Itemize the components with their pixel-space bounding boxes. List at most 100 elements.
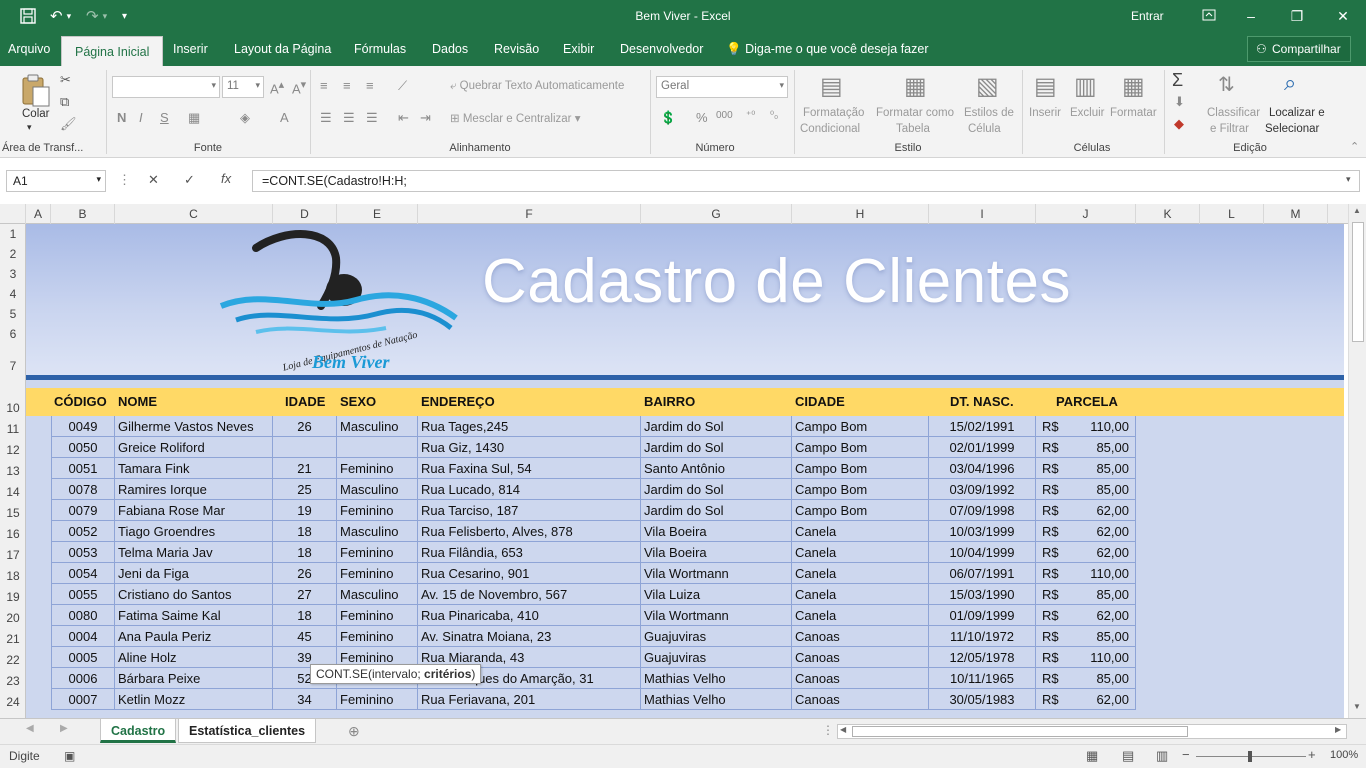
sort-filter-label-1[interactable]: Classificar — [1207, 107, 1260, 119]
find-select-label-1[interactable]: Localizar e — [1269, 107, 1325, 119]
delete-cells-label[interactable]: Excluir — [1070, 107, 1105, 119]
cell-address[interactable]: Rua Pinaricaba, 410 — [418, 605, 641, 626]
restore-button[interactable]: ❐ — [1282, 4, 1312, 28]
cell-city[interactable]: Canoas — [792, 626, 929, 647]
decrease-indent-icon[interactable]: ⇤ — [398, 110, 409, 126]
cell-age[interactable]: 26 — [273, 563, 337, 584]
cell-code[interactable]: 0080 — [51, 605, 115, 626]
share-button[interactable]: ⚇ Compartilhar — [1247, 36, 1351, 62]
cell-code[interactable]: 0050 — [51, 437, 115, 458]
cell-installment[interactable]: R$ 85,00 — [1036, 584, 1136, 605]
font-color-icon[interactable]: A — [280, 110, 289, 125]
cell-code[interactable]: 0055 — [51, 584, 115, 605]
merge-center-button[interactable]: ⊞ Mesclar e Centralizar ▾ — [450, 111, 580, 125]
cell-installment[interactable]: R$ 110,00 — [1036, 563, 1136, 584]
row-header[interactable]: 14 — [0, 485, 26, 499]
col-header[interactable]: C — [115, 204, 273, 224]
cell-birthdate[interactable]: 01/09/1999 — [929, 605, 1036, 626]
scroll-up-icon[interactable]: ▲ — [1353, 206, 1361, 215]
cell-city[interactable]: Campo Bom — [792, 500, 929, 521]
accounting-format-icon[interactable]: 💲 — [660, 110, 676, 126]
sheet-tab-estatistica[interactable]: Estatística_clientes — [178, 719, 317, 743]
cell-city[interactable]: Campo Bom — [792, 416, 929, 437]
cell-neighborhood[interactable]: Jardim do Sol — [641, 416, 792, 437]
cell-address[interactable]: Rua Filândia, 653 — [418, 542, 641, 563]
row-header[interactable]: 5 — [0, 307, 26, 321]
header-sex[interactable]: SEXO — [340, 388, 376, 416]
page-break-view-icon[interactable]: ▥ — [1156, 748, 1168, 764]
cell-installment[interactable]: R$ 110,00 — [1036, 647, 1136, 668]
cell-age[interactable]: 19 — [273, 500, 337, 521]
cell-age[interactable]: 18 — [273, 605, 337, 626]
row-header[interactable]: 21 — [0, 632, 26, 646]
sort-filter-label-2[interactable]: e Filtrar — [1210, 123, 1249, 135]
cell-installment[interactable]: R$ 85,00 — [1036, 458, 1136, 479]
cell-neighborhood[interactable]: Guajuviras — [641, 626, 792, 647]
cell-name[interactable]: Telma Maria Jav — [115, 542, 273, 563]
number-format-combo[interactable]: Geral ▾ — [656, 76, 788, 98]
ribbon-display-icon[interactable] — [1194, 4, 1224, 28]
row-header[interactable]: 6 — [0, 327, 26, 341]
tab-developer[interactable]: Desenvolvedor — [620, 32, 703, 66]
cell-birthdate[interactable]: 15/02/1991 — [929, 416, 1036, 437]
col-header[interactable]: A — [26, 204, 51, 224]
orientation-icon[interactable]: ⟋ — [398, 78, 407, 94]
cell-birthdate[interactable]: 11/10/1972 — [929, 626, 1036, 647]
header-name[interactable]: NOME — [118, 388, 157, 416]
header-code[interactable]: CÓDIGO — [54, 388, 107, 416]
worksheet[interactable]: Loja de Equipamentos de Natação Bem Vive… — [26, 224, 1344, 718]
tab-review[interactable]: Revisão — [494, 32, 539, 66]
thousands-icon[interactable]: 000 — [716, 110, 733, 121]
cell-birthdate[interactable]: 02/01/1999 — [929, 437, 1036, 458]
col-header[interactable]: D — [273, 204, 337, 224]
cell-code[interactable]: 0078 — [51, 479, 115, 500]
clear-icon[interactable]: ◆ — [1174, 116, 1184, 132]
cell-address[interactable]: Rua Lucado, 814 — [418, 479, 641, 500]
cell-address[interactable]: Rua Cesarino, 901 — [418, 563, 641, 584]
cell-code[interactable]: 0079 — [51, 500, 115, 521]
fill-color-icon[interactable]: ◈ — [240, 110, 250, 126]
collapse-ribbon-icon[interactable]: ⌃ — [1350, 140, 1359, 153]
cell-city[interactable]: Canela — [792, 542, 929, 563]
format-table-label-1[interactable]: Formatar como — [876, 107, 954, 119]
cell-installment[interactable]: R$ 85,00 — [1036, 437, 1136, 458]
cell-sex[interactable]: Feminino — [337, 689, 418, 710]
next-sheet-icon[interactable]: ▶ — [60, 723, 68, 734]
row-header[interactable]: 11 — [0, 422, 26, 436]
cell-city[interactable]: Campo Bom — [792, 479, 929, 500]
align-right-icon[interactable]: ☰ — [366, 110, 378, 126]
row-header[interactable]: 23 — [0, 674, 26, 688]
cell-sex[interactable]: Feminino — [337, 542, 418, 563]
cell-code[interactable]: 0051 — [51, 458, 115, 479]
cell-neighborhood[interactable]: Mathias Velho — [641, 668, 792, 689]
cell-name[interactable]: Fabiana Rose Mar — [115, 500, 273, 521]
cell-neighborhood[interactable]: Jardim do Sol — [641, 437, 792, 458]
header-address[interactable]: ENDEREÇO — [421, 388, 495, 416]
cell-name[interactable]: Aline Holz — [115, 647, 273, 668]
borders-icon[interactable]: ▦ — [188, 110, 200, 126]
cell-age[interactable]: 26 — [273, 416, 337, 437]
wrap-text-button[interactable]: ⤶ Quebrar Texto Automaticamente — [450, 80, 624, 93]
cell-name[interactable]: Ketlin Mozz — [115, 689, 273, 710]
cell-sex[interactable] — [337, 437, 418, 458]
font-size-combo[interactable]: 11 ▾ — [222, 76, 264, 98]
vertical-scrollbar[interactable]: ▲ ▼ — [1348, 204, 1366, 718]
row-header[interactable]: 1 — [0, 227, 26, 241]
format-table-icon[interactable]: ▦ — [904, 72, 927, 101]
font-name-combo[interactable]: ▾ — [112, 76, 220, 98]
cell-birthdate[interactable]: 06/07/1991 — [929, 563, 1036, 584]
prev-sheet-icon[interactable]: ◀ — [26, 723, 34, 734]
cell-birthdate[interactable]: 10/03/1999 — [929, 521, 1036, 542]
align-left-icon[interactable]: ☰ — [320, 110, 332, 126]
cell-birthdate[interactable]: 12/05/1978 — [929, 647, 1036, 668]
tab-split-icon[interactable]: ⋮ — [822, 723, 834, 737]
scroll-left-icon[interactable]: ◀ — [840, 725, 846, 734]
conditional-format-icon[interactable]: ▤ — [820, 72, 843, 101]
minimize-button[interactable]: – — [1236, 4, 1266, 28]
paste-icon[interactable] — [20, 74, 52, 108]
cell-sex[interactable]: Masculino — [337, 416, 418, 437]
cell-neighborhood[interactable]: Jardim do Sol — [641, 479, 792, 500]
underline-icon[interactable]: S — [160, 110, 169, 125]
cell-address[interactable]: Rua Faxina Sul, 54 — [418, 458, 641, 479]
search-icon[interactable]: ⌕ — [1284, 70, 1296, 96]
